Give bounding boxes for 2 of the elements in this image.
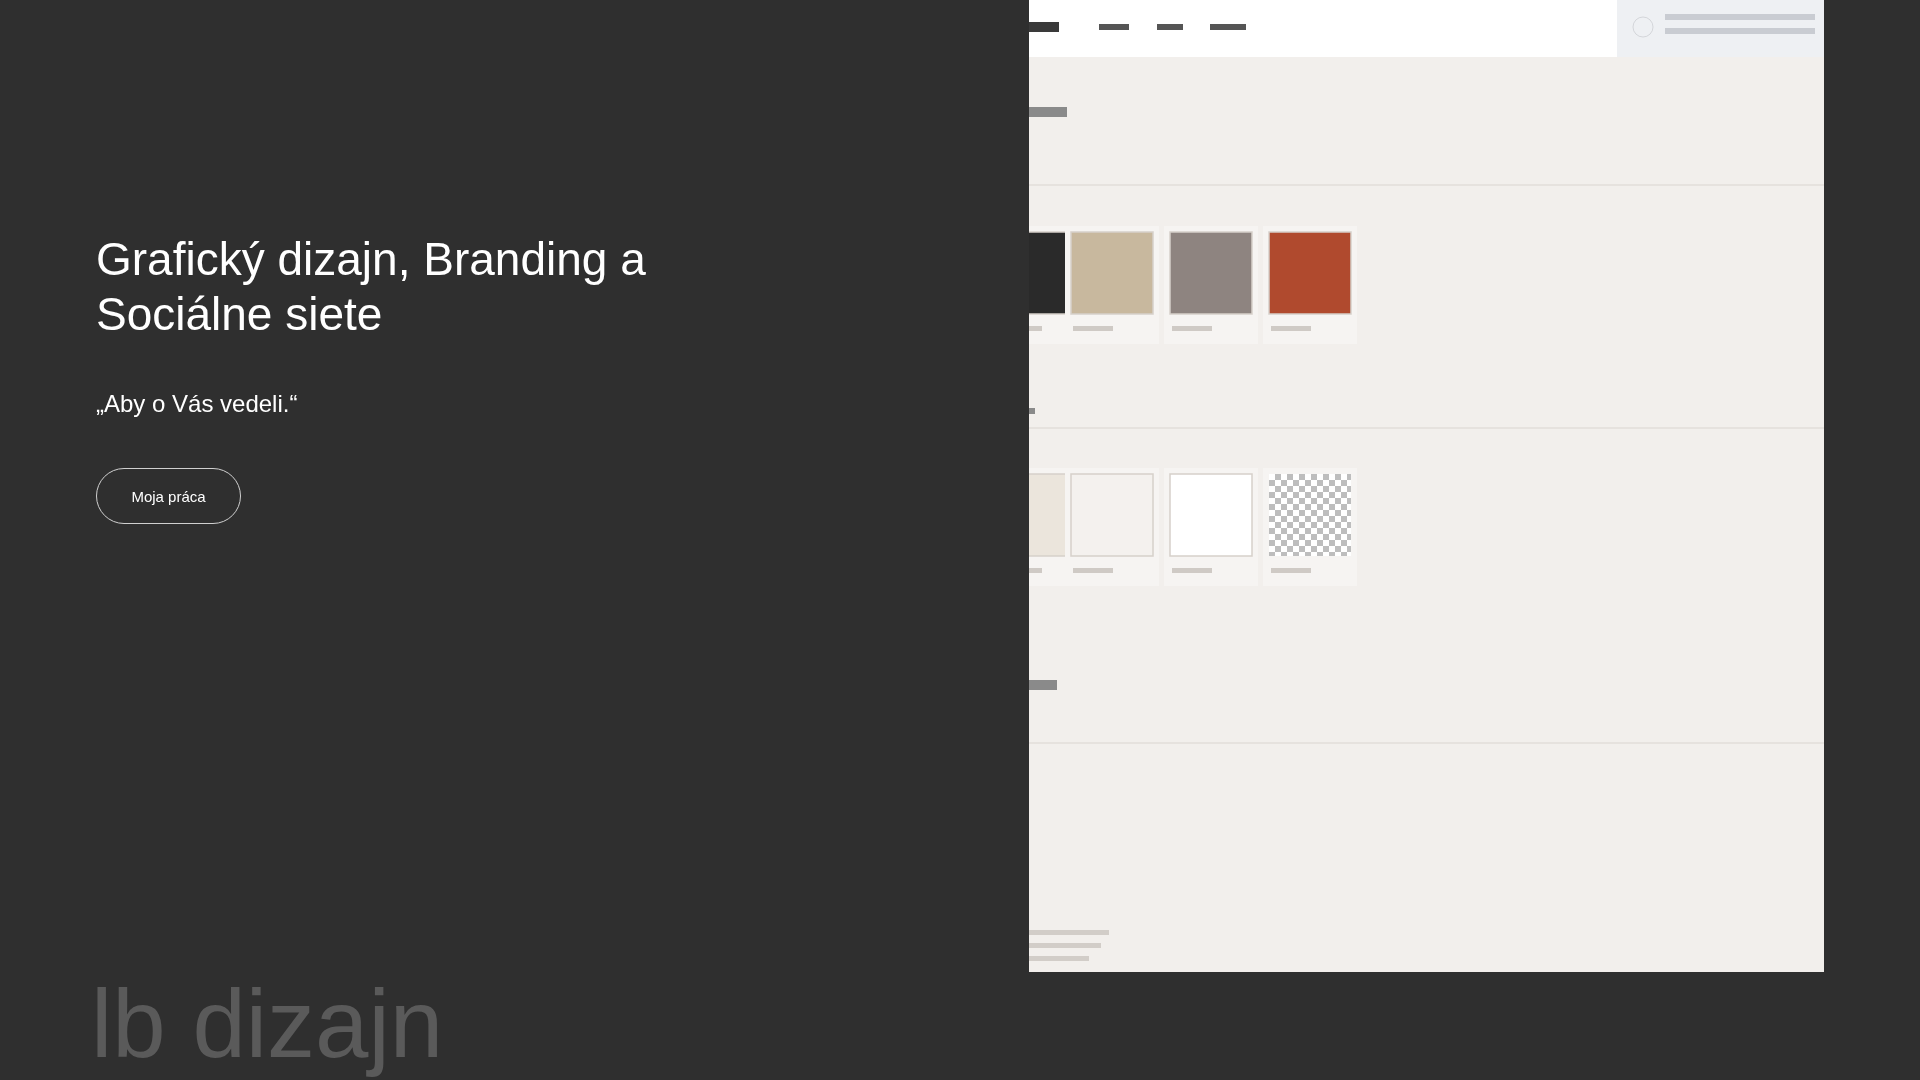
hero-title: Grafický dizajn, Branding a Sociálne siete [96, 232, 647, 342]
hero-quote: „Aby o Vás vedeli.“ [96, 390, 298, 418]
